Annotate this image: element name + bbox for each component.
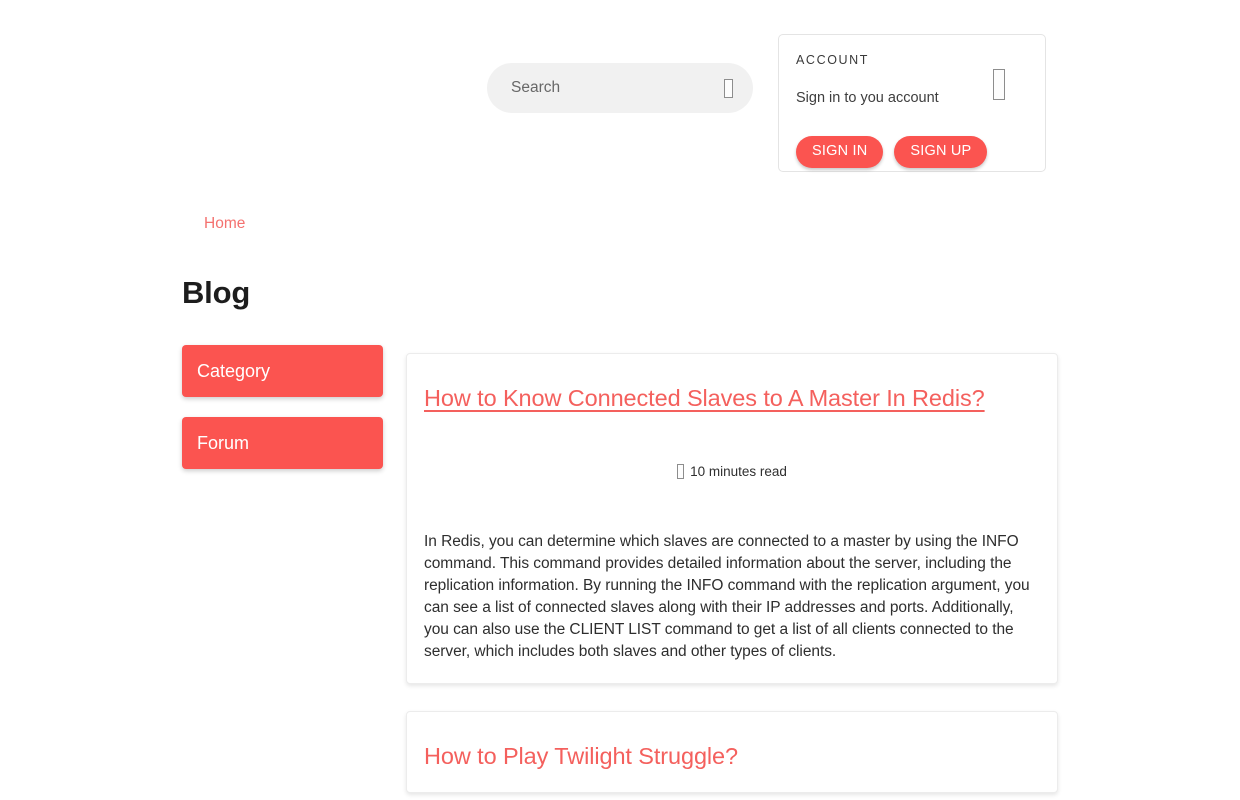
search-box[interactable] — [487, 63, 753, 113]
article-list: How to Know Connected Slaves to A Master… — [406, 353, 1058, 800]
article-title-link[interactable]: How to Know Connected Slaves to A Master… — [424, 384, 1041, 413]
user-account-icon — [993, 69, 1005, 105]
account-actions: SIGN IN SIGN UP — [796, 136, 988, 168]
article-excerpt: In Redis, you can determine which slaves… — [424, 533, 1030, 661]
article-read-time: 10 minutes read — [690, 464, 787, 480]
account-card: ACCOUNT Sign in to you account SIGN IN S… — [778, 34, 1046, 172]
article-meta: 10 minutes read — [423, 464, 1041, 480]
search-icon[interactable] — [724, 78, 733, 98]
article-card: How to Know Connected Slaves to A Master… — [406, 353, 1058, 685]
breadcrumb-item-home[interactable]: Home — [204, 215, 245, 233]
sidebar-item-forum[interactable]: Forum — [182, 417, 383, 469]
search-glyph — [724, 78, 733, 98]
account-heading: ACCOUNT — [796, 53, 870, 67]
article-card: How to Play Twilight Struggle? — [406, 711, 1058, 793]
sidebar-item-category[interactable]: Category — [182, 345, 383, 397]
page-root: ACCOUNT Sign in to you account SIGN IN S… — [0, 0, 1240, 800]
top-bar: ACCOUNT Sign in to you account SIGN IN S… — [0, 0, 1240, 180]
article-title-link[interactable]: How to Play Twilight Struggle? — [424, 742, 1041, 771]
page-title: Blog — [182, 275, 251, 310]
user-glyph — [993, 69, 1005, 100]
sign-up-button[interactable]: SIGN UP — [894, 136, 988, 168]
clock-icon — [677, 464, 685, 480]
sign-in-button[interactable]: SIGN IN — [796, 136, 884, 168]
search-input[interactable] — [511, 63, 724, 113]
sidebar: Category Forum — [182, 345, 383, 489]
